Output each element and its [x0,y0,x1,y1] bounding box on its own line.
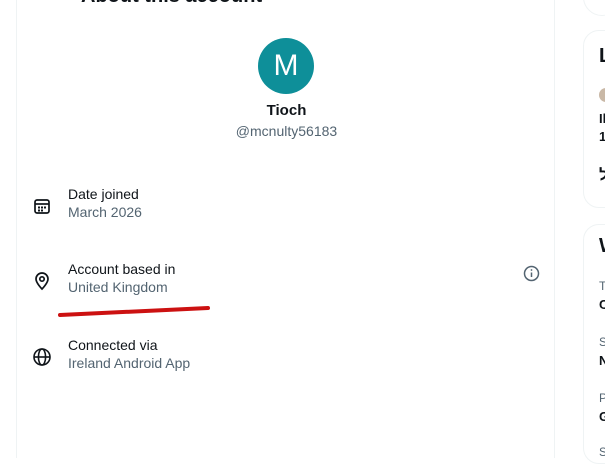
avatar[interactable]: M [258,38,314,94]
sidebar-card-1: L Il 1 ל [583,30,605,208]
trend-sub: S [599,445,605,459]
detail-value: Ireland Android App [68,355,191,371]
info-icon[interactable] [523,265,540,282]
sidebar-card-text: ל [599,167,605,185]
detail-label: Account based in [68,261,176,277]
trend-main[interactable]: C [599,297,605,312]
location-pin-icon [32,271,52,291]
sidebar-top-button[interactable] [583,0,605,16]
detail-value: March 2026 [68,204,142,220]
detail-value: United Kingdom [68,279,168,295]
globe-icon [32,347,52,367]
page-header: ← About this account [17,0,554,8]
trend-sub: S [599,335,605,349]
sidebar-card-text: Il [599,111,605,126]
avatar [599,88,605,102]
sidebar-card-text: 1 [599,129,605,144]
trend-sub: T [599,279,605,293]
detail-label: Date joined [68,186,139,202]
trend-main[interactable]: G [599,409,605,424]
account-handle: @mcnulty56183 [235,123,338,139]
detail-row-connected-via: Connected via Ireland Android App [17,337,556,381]
display-name: Tioch [266,102,307,119]
calendar-icon [32,196,52,216]
sidebar-card-title: W [599,235,605,258]
sidebar-card-title: L [599,45,605,68]
main-column: ← About this account M Tioch @mcnulty561… [16,0,555,458]
sidebar-card-2: W T C S N P G S [583,224,605,464]
trend-sub: P [599,391,605,405]
detail-row-account-based-in: Account based in United Kingdom [17,261,556,305]
trend-main[interactable]: N [599,353,605,368]
page-title: About this account [81,0,262,8]
arrow-left-icon[interactable]: ← [35,0,55,4]
detail-row-date-joined: Date joined March 2026 [17,186,556,230]
red-annotation-underline [58,306,210,317]
detail-label: Connected via [68,337,158,353]
